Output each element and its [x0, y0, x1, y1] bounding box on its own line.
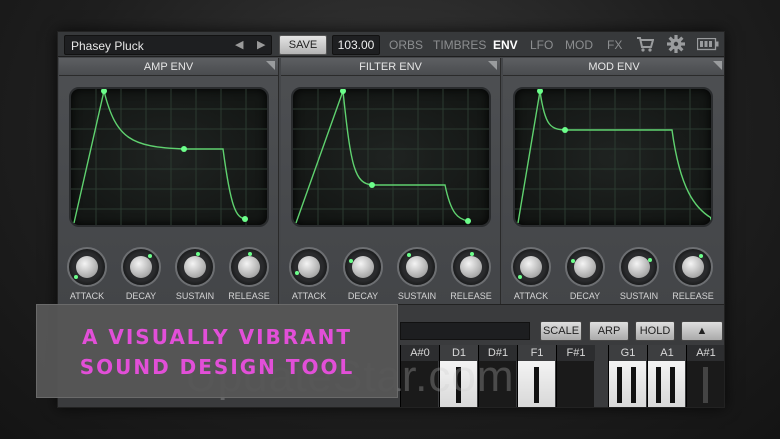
key-label: F1 — [518, 345, 556, 361]
filter-env-graph[interactable] — [291, 87, 491, 227]
piano-key[interactable]: A#1 — [686, 345, 724, 407]
release-knob[interactable] — [451, 247, 491, 287]
panel-menu-corner[interactable] — [488, 61, 497, 70]
sustain-knob[interactable] — [397, 247, 437, 287]
key-label: A#1 — [687, 345, 724, 361]
tab-orbs[interactable]: ORBS — [389, 38, 423, 52]
panel-title: AMP ENV — [59, 58, 278, 76]
knob-label: ATTACK — [291, 291, 327, 301]
attack-knob[interactable] — [289, 247, 329, 287]
panel-title: MOD ENV — [503, 58, 724, 76]
triangle-left-icon[interactable]: ◀ — [235, 38, 243, 51]
panel-menu-corner[interactable] — [713, 61, 722, 70]
cart-icon[interactable] — [636, 36, 654, 53]
piano-key[interactable]: F1 — [517, 345, 556, 407]
attack-point — [340, 89, 346, 94]
preset-selector[interactable]: Phasey Pluck ◀ ▶ — [64, 35, 272, 55]
gear-icon[interactable] — [667, 35, 685, 53]
mod-env-panel: MOD ENV ATTACK DECAY SUSTAIN RELEASE — [503, 58, 724, 304]
panel-title: FILTER ENV — [281, 58, 500, 76]
decay-knob[interactable] — [343, 247, 383, 287]
knob-label: ATTACK — [513, 291, 549, 301]
tab-lfo[interactable]: LFO — [530, 38, 553, 52]
knob-label: DECAY — [569, 291, 601, 301]
tempo-display[interactable]: 103.00 — [332, 35, 380, 55]
knob-label: SUSTAIN — [397, 291, 437, 301]
attack-point — [537, 89, 543, 94]
keyboard-display — [400, 322, 530, 340]
preset-name: Phasey Pluck — [71, 39, 144, 53]
save-button[interactable]: SAVE — [279, 35, 327, 55]
triangle-up-icon[interactable]: ▲ — [681, 321, 723, 341]
promo-line-2: SOUND DESIGN TOOL — [79, 355, 355, 379]
key-label: A1 — [648, 345, 686, 361]
key-label: G1 — [609, 345, 647, 361]
amp-env-graph[interactable] — [69, 87, 269, 227]
sustain-knob[interactable] — [619, 247, 659, 287]
knob-label: ATTACK — [69, 291, 105, 301]
knob-label: SUSTAIN — [619, 291, 659, 301]
release-knob[interactable] — [673, 247, 713, 287]
piano-key[interactable]: G1 — [608, 345, 647, 407]
tab-fx[interactable]: FX — [607, 38, 622, 52]
attack-knob[interactable] — [511, 247, 551, 287]
piano-key[interactable]: A1 — [647, 345, 686, 407]
decay-knob[interactable] — [565, 247, 605, 287]
tab-env[interactable]: ENV — [493, 38, 518, 52]
arp-button[interactable]: ARP — [589, 321, 629, 341]
panel-menu-corner[interactable] — [266, 61, 275, 70]
knob-label: RELEASE — [450, 291, 492, 301]
release-knob[interactable] — [229, 247, 269, 287]
piano-key[interactable]: F#1 — [556, 345, 595, 407]
key-label: F#1 — [557, 345, 595, 361]
battery-icon — [697, 38, 719, 51]
knob-label: DECAY — [347, 291, 379, 301]
hold-button[interactable]: HOLD — [635, 321, 675, 341]
release-point — [242, 216, 248, 222]
knob-label: SUSTAIN — [175, 291, 215, 301]
promo-banner: A VISUALLY VIBRANT SOUND DESIGN TOOL — [36, 304, 398, 398]
amp-env-panel: AMP ENV ATTACK DECAY SUSTAIN RELEASE — [59, 58, 279, 304]
decay-knob[interactable] — [121, 247, 161, 287]
sustain-point — [562, 127, 568, 133]
sustain-point — [369, 182, 375, 188]
mod-env-graph[interactable] — [513, 87, 713, 227]
attack-knob[interactable] — [67, 247, 107, 287]
top-toolbar: Phasey Pluck ◀ ▶ SAVE 103.00 ORBS TIMBRE… — [58, 32, 724, 57]
filter-env-panel: FILTER ENV ATTACK DECAY SUSTAIN RELEASE — [281, 58, 501, 304]
scale-button[interactable]: SCALE — [540, 321, 582, 341]
attack-point — [101, 89, 107, 94]
release-point — [465, 218, 471, 224]
sustain-point — [181, 146, 187, 152]
triangle-right-icon[interactable]: ▶ — [257, 38, 265, 51]
tab-timbres[interactable]: TIMBRES — [433, 38, 486, 52]
sustain-knob[interactable] — [175, 247, 215, 287]
knob-label: RELEASE — [228, 291, 270, 301]
knob-label: RELEASE — [672, 291, 714, 301]
knob-label: DECAY — [125, 291, 157, 301]
tab-mod[interactable]: MOD — [565, 38, 593, 52]
promo-line-1: A VISUALLY VIBRANT — [81, 325, 353, 349]
